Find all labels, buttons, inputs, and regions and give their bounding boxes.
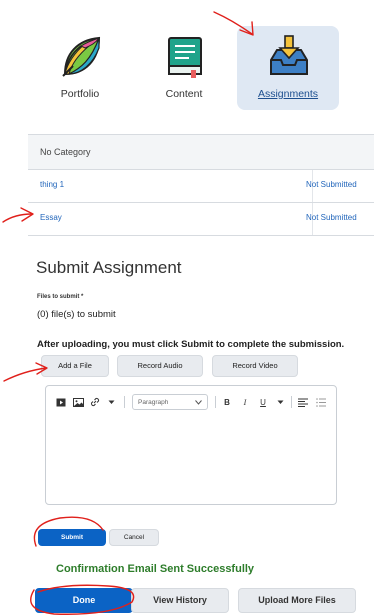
annotation-arrow xyxy=(3,367,47,382)
list-icon[interactable] xyxy=(314,394,328,410)
confirmation-message: Confirmation Email Sent Successfully xyxy=(56,563,255,575)
bold-button[interactable]: B xyxy=(220,394,234,410)
table-row: thing 1 Not Submitted xyxy=(28,170,374,203)
page-title: Submit Assignment xyxy=(36,258,182,277)
book-icon xyxy=(168,37,202,78)
category-header: No Category xyxy=(40,147,91,157)
assignment-link-essay[interactable]: Essay xyxy=(40,213,62,222)
insert-link-icon[interactable] xyxy=(88,394,102,410)
chevron-down-icon xyxy=(195,399,202,405)
assignments-table: No Category thing 1 Not Submitted Essay … xyxy=(28,134,374,236)
upload-more-files-button[interactable]: Upload More Files xyxy=(238,588,356,613)
record-audio-button[interactable]: Record Audio xyxy=(117,355,203,377)
nav-item-content[interactable]: Content xyxy=(133,26,235,110)
assignment-link-thing-1[interactable]: thing 1 xyxy=(40,180,64,189)
insert-stuff-icon[interactable] xyxy=(54,394,68,410)
view-history-button[interactable]: View History xyxy=(131,588,229,613)
format-chevron-icon[interactable] xyxy=(274,394,286,410)
record-video-button[interactable]: Record Video xyxy=(212,355,298,377)
underline-button[interactable]: U xyxy=(256,394,270,410)
insert-image-icon[interactable] xyxy=(71,394,85,410)
status-text: Not Submitted xyxy=(306,180,357,189)
nav-label-assignments: Assignments xyxy=(257,88,319,100)
files-count: (0) file(s) to submit xyxy=(37,309,116,320)
italic-button[interactable]: I xyxy=(238,394,252,410)
done-button[interactable]: Done xyxy=(35,588,133,613)
files-label: Files to submit * xyxy=(37,294,84,300)
paragraph-style-select[interactable]: Paragraph xyxy=(132,394,208,410)
nav-item-assignments[interactable]: Assignments xyxy=(237,26,339,110)
paragraph-style-value: Paragraph xyxy=(138,398,169,406)
nav-item-portfolio[interactable]: Portfolio xyxy=(29,26,131,110)
status-text: Not Submitted xyxy=(306,213,357,222)
add-file-button[interactable]: Add a File xyxy=(41,355,109,377)
upload-instruction: After uploading, you must click Submit t… xyxy=(37,339,345,350)
text-editor[interactable]: Paragraph B I U xyxy=(45,385,337,505)
align-icon[interactable] xyxy=(296,394,310,410)
cancel-button[interactable]: Cancel xyxy=(109,529,159,546)
inbox-download-icon xyxy=(270,35,308,75)
table-header-row: No Category xyxy=(28,135,374,170)
submit-button[interactable]: Submit xyxy=(38,529,106,546)
table-row: Essay Not Submitted xyxy=(28,203,374,236)
nav-label-portfolio: Portfolio xyxy=(60,88,100,100)
nav-label-content: Content xyxy=(165,88,203,100)
more-options-chevron-icon[interactable] xyxy=(105,394,117,410)
leaf-icon xyxy=(62,36,101,77)
